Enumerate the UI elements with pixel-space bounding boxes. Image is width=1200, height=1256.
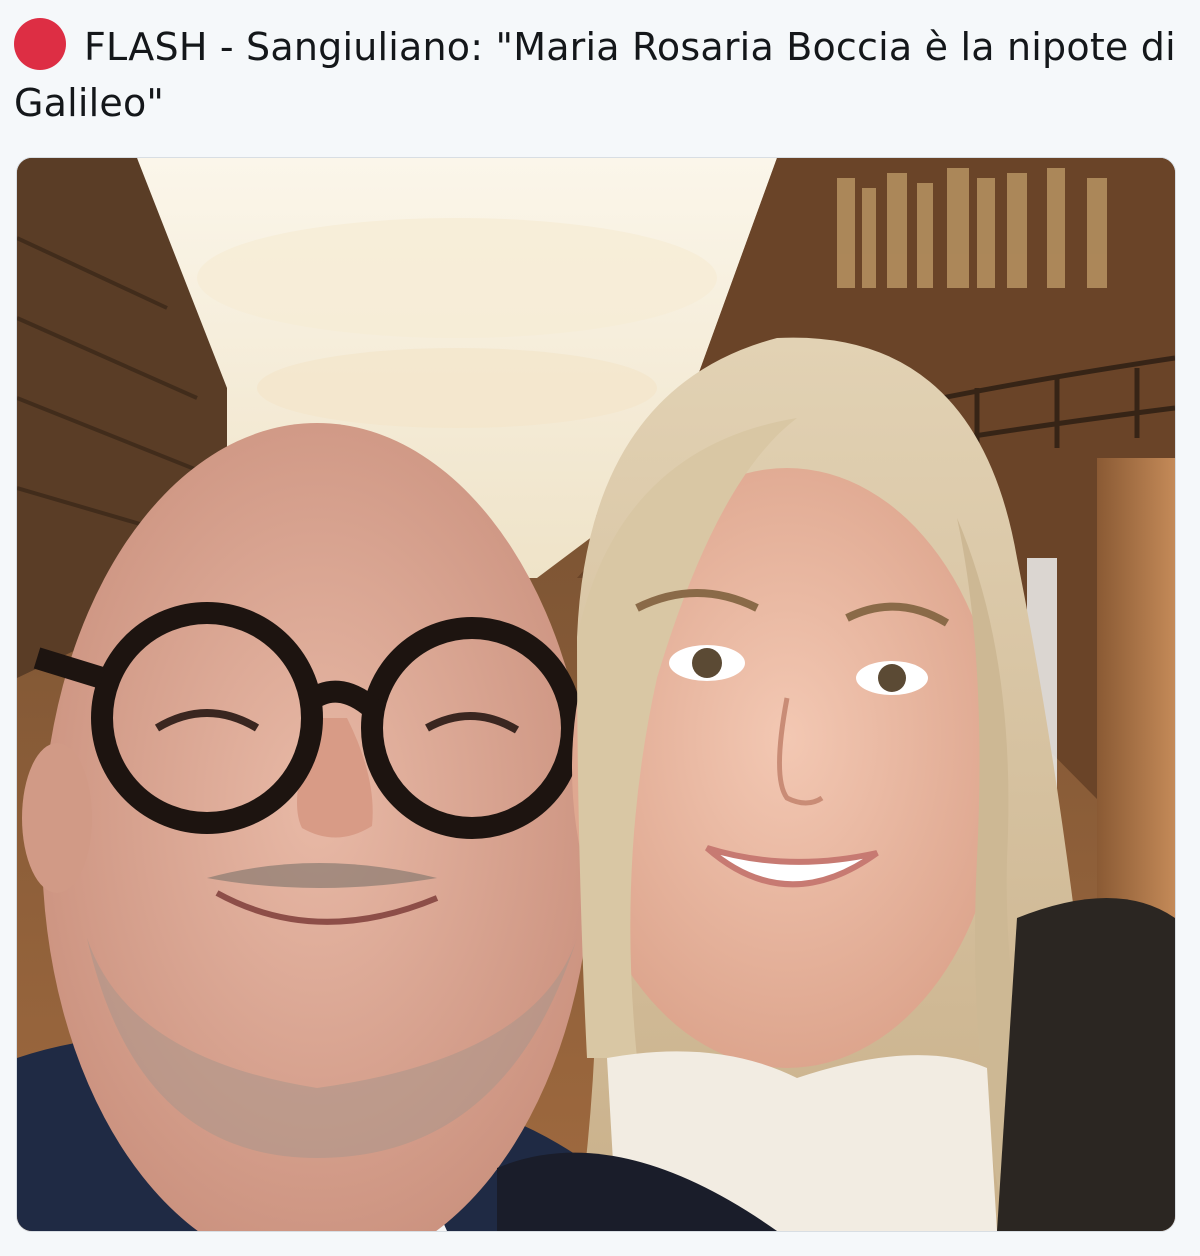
selfie-photo	[17, 158, 1175, 1231]
tweet-text-content: FLASH - Sangiuliano: "Maria Rosaria Bocc…	[14, 25, 1176, 125]
tweet-photo[interactable]	[16, 157, 1176, 1232]
red-circle-icon	[14, 18, 66, 70]
tweet: FLASH - Sangiuliano: "Maria Rosaria Bocc…	[0, 0, 1200, 1256]
tweet-text: FLASH - Sangiuliano: "Maria Rosaria Bocc…	[14, 18, 1186, 131]
